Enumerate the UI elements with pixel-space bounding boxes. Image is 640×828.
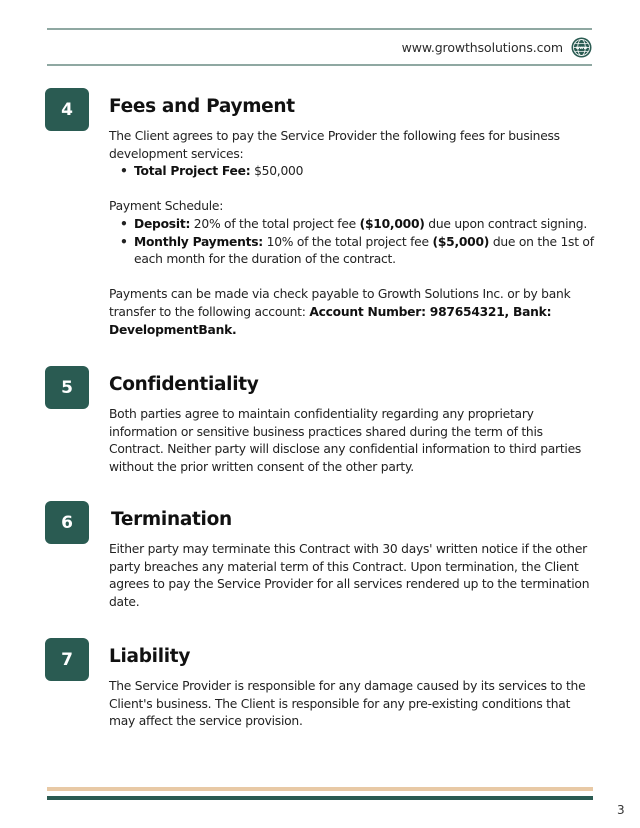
- header-bottom-rule: [47, 64, 592, 66]
- footer-primary-line: [47, 796, 593, 800]
- schedule-list: Deposit: 20% of the total project fee ($…: [109, 216, 595, 269]
- schedule-label: Payment Schedule:: [109, 199, 224, 214]
- section-number-badge: 7: [45, 638, 89, 681]
- globe-icon: www: [571, 37, 592, 58]
- fee-value: $50,000: [250, 164, 304, 179]
- fees-intro: The Client agrees to pay the Service Pro…: [109, 129, 560, 161]
- item-text: 20% of the total project fee: [190, 216, 360, 231]
- item-amount: ($10,000): [359, 216, 425, 231]
- section-number-badge: 5: [45, 366, 89, 409]
- section-body: The Client agrees to pay the Service Pro…: [109, 128, 595, 339]
- fee-label: Total Project Fee:: [134, 164, 251, 179]
- section-number-badge: 6: [45, 501, 89, 544]
- header-top-rule: [47, 28, 592, 30]
- list-item: Total Project Fee: $50,000: [120, 163, 595, 181]
- section-title: Termination: [111, 509, 232, 530]
- header: www.growthsolutions.com www: [402, 36, 592, 58]
- list-item: Monthly Payments: 10% of the total proje…: [120, 234, 595, 269]
- section-number-badge: 4: [45, 88, 89, 131]
- section-liability: 7 Liability The Service Provider is resp…: [45, 638, 597, 748]
- section-title: Liability: [109, 646, 191, 667]
- item-label: Monthly Payments:: [134, 234, 263, 249]
- section-title: Fees and Payment: [109, 96, 295, 117]
- section-body: The Service Provider is responsible for …: [109, 678, 595, 731]
- payment-methods: Payments can be made via check payable t…: [109, 286, 595, 339]
- section-body: Either party may terminate this Contract…: [109, 541, 595, 611]
- section-paragraph: Either party may terminate this Contract…: [109, 542, 590, 609]
- svg-text:www: www: [576, 45, 588, 50]
- footer-accent-line: [47, 787, 593, 791]
- item-label: Deposit:: [134, 216, 191, 231]
- list-item: Deposit: 20% of the total project fee ($…: [120, 216, 595, 234]
- section-fees-and-payment: 4 Fees and Payment The Client agrees to …: [45, 88, 597, 348]
- item-amount: ($5,000): [432, 234, 490, 249]
- section-body: Both parties agree to maintain confident…: [109, 406, 595, 476]
- section-termination: 6 Termination Either party may terminate…: [45, 501, 597, 621]
- section-confidentiality: 5 Confidentiality Both parties agree to …: [45, 366, 597, 486]
- website-link[interactable]: www.growthsolutions.com: [402, 40, 563, 55]
- fee-list: Total Project Fee: $50,000: [109, 163, 595, 181]
- page-number: 3: [617, 803, 625, 817]
- item-text: due upon contract signing.: [424, 216, 588, 231]
- section-paragraph: Both parties agree to maintain confident…: [109, 407, 582, 474]
- section-paragraph: The Service Provider is responsible for …: [109, 679, 586, 729]
- item-text: 10% of the total project fee: [262, 234, 433, 249]
- section-title: Confidentiality: [109, 374, 259, 395]
